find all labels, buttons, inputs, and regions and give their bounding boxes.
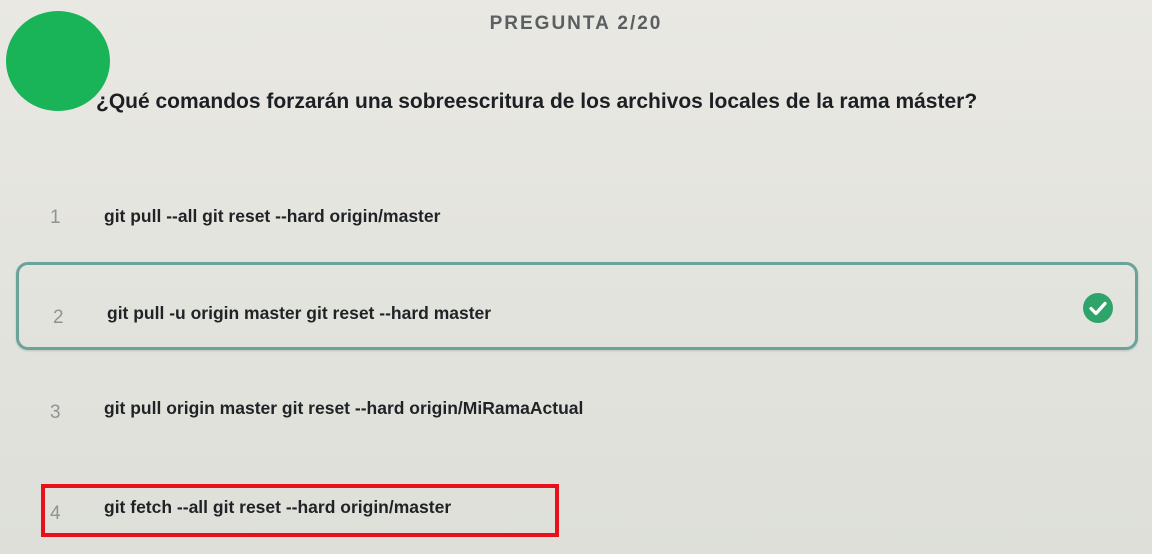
option-number: 3: [50, 402, 61, 423]
option-number: 1: [50, 207, 61, 228]
option-number: 2: [53, 307, 64, 328]
option-text: git pull -u origin master git reset --ha…: [107, 303, 492, 323]
option-text: git pull --all git reset --hard origin/m…: [104, 206, 441, 226]
highlight-annotation: [41, 484, 559, 537]
option-3[interactable]: 3 git pull origin master git reset --har…: [16, 366, 1138, 454]
option-text: git pull origin master git reset --hard …: [104, 398, 584, 418]
option-2[interactable]: 2 git pull -u origin master git reset --…: [16, 262, 1138, 350]
question-progress: PREGUNTA 2/20: [489, 13, 663, 34]
option-1[interactable]: 1 git pull --all git reset --hard origin…: [16, 172, 1138, 260]
question-text: ¿Qué comandos forzarán una sobreescritur…: [96, 90, 978, 113]
avatar: [6, 11, 110, 111]
check-circle-icon: [1083, 293, 1113, 323]
